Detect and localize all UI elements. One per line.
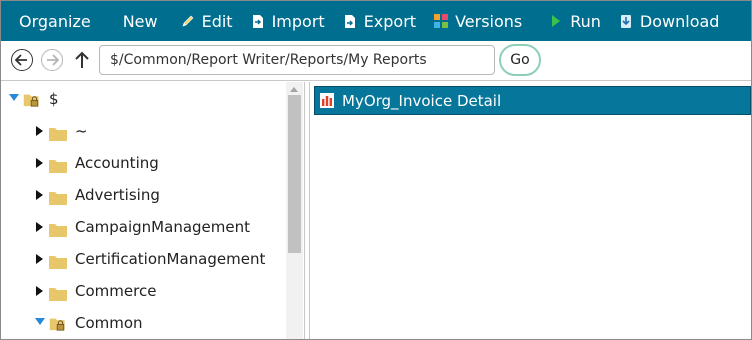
download-label: Download: [639, 11, 720, 31]
collapse-arrow-icon[interactable]: [36, 222, 43, 232]
up-arrow-icon: [75, 51, 89, 68]
expand-arrow-icon[interactable]: [9, 94, 19, 101]
folder-icon: [49, 160, 67, 173]
forward-button[interactable]: [41, 49, 63, 71]
tree-item-accounting[interactable]: Accounting: [1, 149, 286, 179]
collapse-arrow-icon[interactable]: [36, 158, 43, 168]
tree-item-certificationmanagement[interactable]: CertificationManagement: [1, 245, 286, 275]
go-button[interactable]: Go: [499, 44, 541, 76]
edit-button[interactable]: Edit: [172, 1, 242, 41]
report-item-label: MyOrg_Invoice Detail: [342, 92, 502, 110]
collapse-arrow-icon[interactable]: [36, 126, 43, 136]
folder-icon: [49, 224, 67, 237]
tree-item-label: CertificationManagement: [75, 250, 266, 268]
forward-arrow-icon: [47, 54, 59, 66]
download-button[interactable]: Download: [610, 1, 729, 41]
folder-icon: [49, 128, 67, 141]
up-button[interactable]: [73, 49, 91, 71]
locked-folder-icon: [49, 318, 65, 331]
tree-item-label: Common: [75, 314, 143, 332]
edit-label: Edit: [201, 11, 233, 31]
tree-item-label: Advertising: [75, 186, 160, 204]
organize-button[interactable]: Organize: [1, 1, 107, 41]
run-button[interactable]: Run: [531, 1, 610, 41]
collapse-arrow-icon[interactable]: [36, 254, 43, 264]
collapse-arrow-icon[interactable]: [36, 190, 43, 200]
new-label: New: [122, 11, 158, 31]
pencil-icon: [181, 13, 195, 29]
download-icon: [619, 13, 633, 29]
export-button[interactable]: Export: [334, 1, 425, 41]
export-label: Export: [363, 11, 417, 31]
run-label: Run: [570, 11, 601, 31]
tree-item-label: Accounting: [75, 154, 159, 172]
toolbar: Organize New Edit Import Export Versions…: [1, 1, 751, 41]
folder-icon: [49, 192, 67, 205]
window-frame: Organize New Edit Import Export Versions…: [0, 0, 752, 340]
tree-item-commerce[interactable]: Commerce: [1, 277, 286, 307]
versions-button[interactable]: Versions: [425, 1, 531, 41]
play-icon: [549, 13, 563, 29]
report-item-selected[interactable]: MyOrg_Invoice Detail: [314, 86, 751, 115]
folder-tree: $ ~ Accounting Advertising CampaignManag…: [1, 82, 304, 339]
versions-label: Versions: [455, 11, 523, 31]
tree-item-label: CampaignManagement: [75, 218, 250, 236]
tree-item-label: ~: [75, 122, 88, 140]
tree-item-tilde[interactable]: ~: [1, 117, 286, 147]
import-button[interactable]: Import: [242, 1, 334, 41]
new-button[interactable]: New: [107, 1, 172, 41]
report-chart-icon: [320, 93, 334, 108]
import-label: Import: [271, 11, 325, 31]
export-file-icon: [343, 13, 357, 29]
tree-root[interactable]: $: [1, 85, 286, 115]
tree-item-advertising[interactable]: Advertising: [1, 181, 286, 211]
back-arrow-icon: [15, 54, 27, 66]
scroll-up-arrow-icon[interactable]: [290, 87, 298, 92]
expand-arrow-icon[interactable]: [35, 318, 45, 325]
tree-item-common[interactable]: Common: [1, 309, 286, 339]
tree-item-label: Commerce: [75, 282, 157, 300]
back-button[interactable]: [11, 49, 33, 71]
tree-root-label: $: [49, 90, 59, 108]
path-input[interactable]: $/Common/Report Writer/Reports/My Report…: [99, 45, 495, 75]
content-pane: [310, 82, 751, 339]
collapse-arrow-icon[interactable]: [36, 286, 43, 296]
tree-scrollbar-thumb[interactable]: [288, 95, 301, 253]
folder-icon: [49, 256, 67, 269]
locked-folder-icon: [23, 94, 39, 107]
versions-grid-icon: [434, 13, 449, 29]
folder-icon: [49, 288, 67, 301]
organize-label: Organize: [19, 11, 91, 31]
import-file-icon: [251, 13, 265, 29]
tree-item-campaignmanagement[interactable]: CampaignManagement: [1, 213, 286, 243]
